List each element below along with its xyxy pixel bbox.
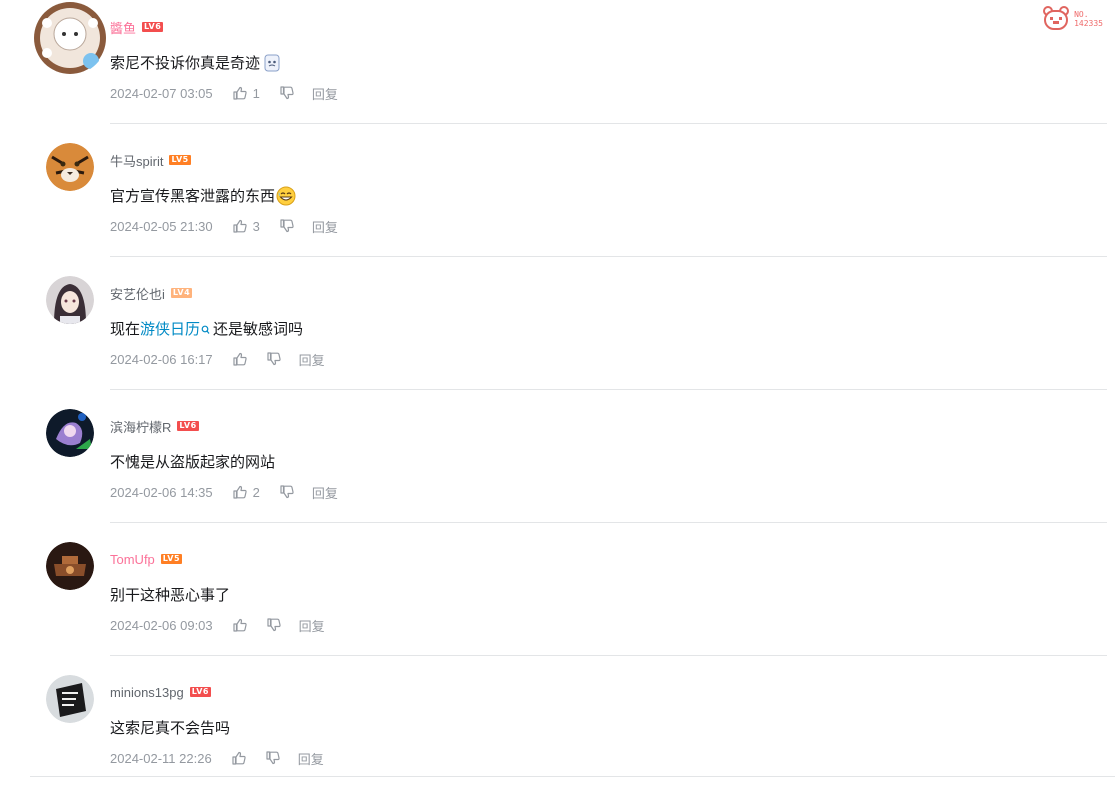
comment-meta: 2024-02-05 21:30 3 回复 bbox=[110, 217, 338, 235]
user-info: TomUfp LV5 bbox=[110, 550, 183, 568]
level-badge: LV6 bbox=[177, 421, 199, 431]
comment-text: 索尼不投诉你真是奇迹 bbox=[110, 52, 282, 73]
reply-button[interactable]: 回复 bbox=[299, 350, 325, 369]
user-info: 牛马spirit LV5 bbox=[110, 151, 191, 169]
keyword-search-link[interactable]: 游侠日历 bbox=[140, 318, 200, 339]
like-count: 2 bbox=[252, 484, 260, 500]
level-badge: LV6 bbox=[142, 22, 164, 32]
grin-emoji-icon bbox=[276, 186, 296, 205]
user-info: 醬鱼 LV6 bbox=[110, 18, 164, 37]
thumb-down-icon bbox=[267, 352, 281, 366]
user-info: 滨海柠檬R LV6 bbox=[110, 417, 199, 435]
comment-text-after: 还是敏感词吗 bbox=[213, 321, 304, 338]
divider bbox=[110, 256, 1107, 257]
bottom-divider bbox=[30, 776, 1115, 777]
dislike-button[interactable] bbox=[280, 86, 294, 100]
divider bbox=[110, 123, 1107, 124]
comment-item: 安艺伦也i LV4 现在 游侠日历 还是敏感词吗 2024-02-06 16:1… bbox=[0, 266, 1115, 399]
comment-text-body: 不愧是从盗版起家的网站 bbox=[110, 454, 276, 471]
reply-button[interactable]: 回复 bbox=[299, 616, 325, 635]
thumb-down-icon bbox=[280, 86, 294, 100]
avatar[interactable] bbox=[46, 276, 94, 324]
like-button[interactable] bbox=[233, 618, 247, 632]
divider bbox=[110, 389, 1107, 390]
reply-button[interactable]: 回复 bbox=[298, 749, 324, 768]
comment-item: 醬鱼 LV6 索尼不投诉你真是奇迹 2024-02-07 03:05 1 回复 bbox=[0, 0, 1115, 133]
comment-text-body: 别干这种恶心事了 bbox=[110, 587, 231, 604]
user-info: 安艺伦也i LV4 bbox=[110, 284, 193, 303]
thumb-up-icon bbox=[232, 751, 246, 765]
comment-text-body: 官方宣传黑客泄露的东西 bbox=[110, 188, 276, 205]
dislike-button[interactable] bbox=[280, 219, 294, 233]
like-button[interactable] bbox=[233, 352, 247, 366]
timestamp: 2024-02-11 22:26 bbox=[110, 750, 212, 766]
username[interactable]: TomUfp bbox=[110, 552, 155, 567]
dislike-button[interactable] bbox=[280, 485, 294, 499]
comment-meta: 2024-02-11 22:26 回复 bbox=[110, 749, 324, 767]
like-button[interactable] bbox=[232, 751, 246, 765]
comment-item: 牛马spirit LV5 官方宣传黑客泄露的东西 2024-02-05 21:3… bbox=[0, 133, 1115, 266]
comment-meta: 2024-02-06 09:03 回复 bbox=[110, 616, 325, 634]
timestamp: 2024-02-07 03:05 bbox=[110, 85, 213, 101]
timestamp: 2024-02-06 09:03 bbox=[110, 617, 213, 633]
thumb-down-icon bbox=[266, 751, 280, 765]
timestamp: 2024-02-05 21:30 bbox=[110, 218, 213, 234]
user-info: minions13pg LV6 bbox=[110, 683, 211, 701]
like-button[interactable]: 3 bbox=[233, 219, 260, 234]
timestamp: 2024-02-06 14:35 bbox=[110, 484, 213, 500]
reply-button[interactable]: 回复 bbox=[312, 217, 338, 236]
thumb-down-icon bbox=[280, 485, 294, 499]
dislike-button[interactable] bbox=[267, 352, 281, 366]
comment-text-before: 现在 bbox=[110, 321, 141, 338]
thumb-up-icon bbox=[233, 219, 247, 233]
comment-item: TomUfp LV5 别干这种恶心事了 2024-02-06 09:03 回复 bbox=[0, 532, 1115, 665]
level-badge: LV6 bbox=[189, 687, 211, 697]
divider bbox=[110, 655, 1107, 656]
like-count: 1 bbox=[252, 85, 260, 101]
avatar[interactable] bbox=[46, 542, 94, 590]
thumb-up-icon bbox=[233, 618, 247, 632]
comment-list: NO. 142335 醬鱼 LV6 索尼不投诉你真是奇迹 2024-02-07 … bbox=[0, 0, 1115, 780]
username[interactable]: 醬鱼 bbox=[110, 18, 136, 37]
username[interactable]: minions13pg bbox=[110, 685, 184, 700]
level-badge: LV5 bbox=[160, 554, 183, 564]
divider bbox=[110, 522, 1107, 523]
thumb-up-icon bbox=[233, 485, 247, 499]
reply-button[interactable]: 回复 bbox=[312, 84, 338, 103]
comment-text: 别干这种恶心事了 bbox=[110, 584, 230, 605]
thumb-down-icon bbox=[267, 618, 281, 632]
comment-meta: 2024-02-06 14:35 2 回复 bbox=[110, 483, 338, 501]
comment-meta: 2024-02-07 03:05 1 回复 bbox=[110, 84, 338, 102]
reply-button[interactable]: 回复 bbox=[312, 483, 338, 502]
comment-meta: 2024-02-06 16:17 回复 bbox=[110, 350, 325, 368]
comment-text-body: 索尼不投诉你真是奇迹 bbox=[110, 55, 261, 72]
level-badge: LV5 bbox=[169, 155, 191, 165]
thumb-up-icon bbox=[233, 86, 247, 100]
search-icon bbox=[201, 325, 210, 334]
thumb-down-icon bbox=[280, 219, 294, 233]
comment-text-body: 这索尼真不会告吗 bbox=[110, 720, 231, 737]
comment-text: 这索尼真不会告吗 bbox=[110, 717, 230, 738]
comment-text: 现在 游侠日历 还是敏感词吗 bbox=[110, 318, 303, 339]
level-badge: LV4 bbox=[170, 288, 193, 298]
like-button[interactable]: 1 bbox=[233, 86, 260, 101]
comment-text: 官方宣传黑客泄露的东西 bbox=[110, 185, 296, 206]
avatar[interactable] bbox=[46, 675, 94, 723]
comment-item: minions13pg LV6 这索尼真不会告吗 2024-02-11 22:2… bbox=[0, 665, 1115, 798]
avatar[interactable] bbox=[46, 409, 94, 457]
username[interactable]: 滨海柠檬R bbox=[110, 417, 171, 436]
dislike-button[interactable] bbox=[267, 618, 281, 632]
username[interactable]: 牛马spirit bbox=[110, 151, 163, 170]
avatar[interactable] bbox=[33, 1, 107, 75]
avatar[interactable] bbox=[46, 143, 94, 191]
like-button[interactable]: 2 bbox=[233, 485, 260, 500]
dislike-button[interactable] bbox=[266, 751, 280, 765]
thumb-up-icon bbox=[233, 352, 247, 366]
fridge-emoji-icon bbox=[264, 54, 280, 71]
comment-item: 滨海柠檬R LV6 不愧是从盗版起家的网站 2024-02-06 14:35 2… bbox=[0, 399, 1115, 532]
like-count: 3 bbox=[252, 218, 260, 234]
username[interactable]: 安艺伦也i bbox=[110, 284, 165, 303]
comment-text: 不愧是从盗版起家的网站 bbox=[110, 451, 275, 472]
timestamp: 2024-02-06 16:17 bbox=[110, 351, 213, 367]
